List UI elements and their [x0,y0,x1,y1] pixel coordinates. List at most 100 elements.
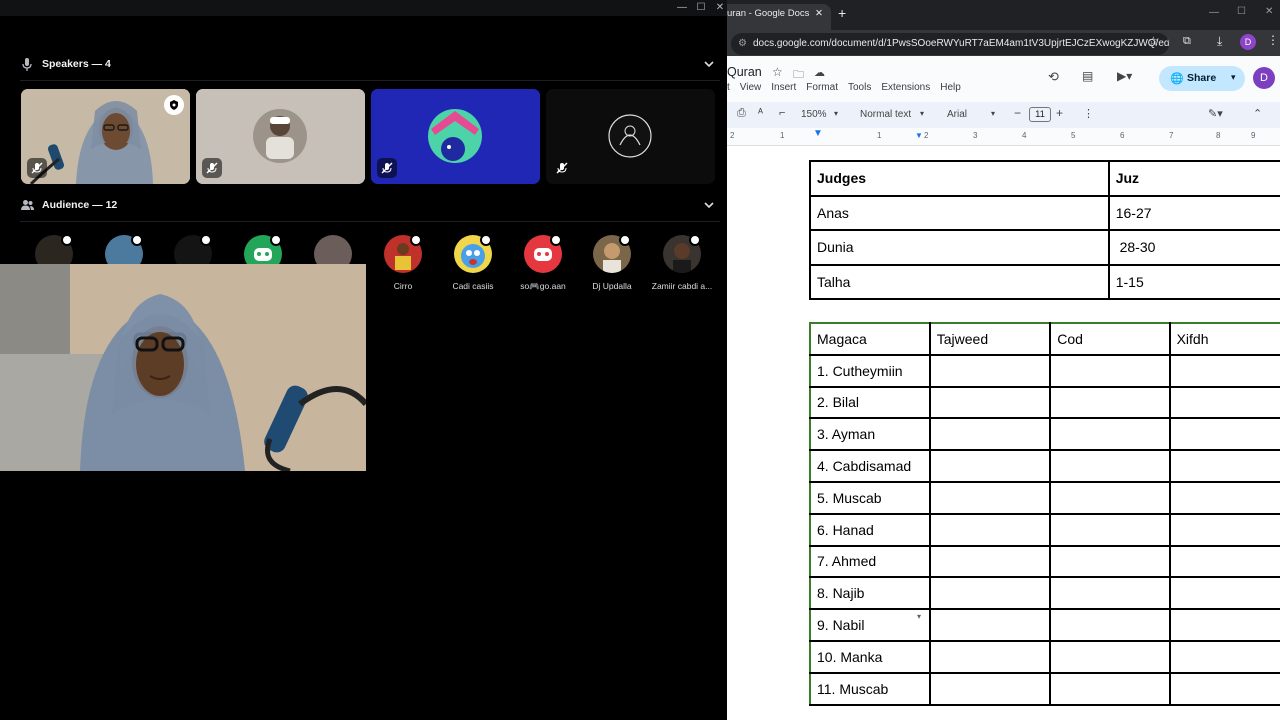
menu-file[interactable]: t [727,82,730,93]
table-cell[interactable]: 4. Cabdisamad [809,449,931,483]
minimize-icon[interactable]: — [673,1,691,15]
table-cell[interactable]: 5. Muscab [809,480,931,515]
picture-in-picture-video[interactable] [0,264,366,471]
table-cell[interactable] [1049,449,1171,483]
table-header[interactable]: Tajweed [928,322,1052,356]
print-icon[interactable]: ⎙ [737,107,746,120]
close-icon[interactable]: ✕ [711,1,727,15]
table-cell[interactable] [928,544,1052,579]
table-cell[interactable] [928,639,1052,674]
table-cell[interactable] [928,576,1052,611]
version-history-icon[interactable]: ⟲ [1048,69,1059,85]
profile-avatar[interactable]: D [1240,34,1256,50]
collapse-menus-icon[interactable]: ⌃ [1253,107,1262,120]
table-cell[interactable]: 9. Nabil [809,608,931,642]
table-cell[interactable] [928,608,1052,642]
maximize-icon[interactable]: ☐ [1237,6,1246,17]
table-cell[interactable] [1049,544,1171,579]
audience-member[interactable]: Dj Updalla [578,234,646,291]
table-cell[interactable] [1049,576,1171,611]
ruler[interactable]: 2 1 ▼ 1 ▼ 2 3 4 5 6 7 8 9 [727,128,1280,146]
menu-help[interactable]: Help [940,82,961,93]
table-cell[interactable]: 11. Muscab [809,671,931,706]
font-size-input[interactable]: 11 [1029,107,1051,122]
table-header[interactable]: Magaca [809,322,931,356]
table-cell[interactable] [1168,608,1280,642]
table-header[interactable]: Judges [809,160,1110,197]
new-tab-icon[interactable]: + [838,5,846,21]
table-cell[interactable] [1168,449,1280,483]
share-button[interactable]: 🌐 Share ▾ [1159,66,1245,91]
paint-format-icon[interactable]: ⌐ [779,107,785,119]
table-header[interactable]: Juz [1107,160,1280,197]
meet-icon[interactable]: ▶▾ [1117,69,1132,83]
table-cell[interactable] [1049,480,1171,515]
speaker-tile[interactable] [196,89,365,184]
maximize-icon[interactable]: ☐ [692,1,710,15]
close-icon[interactable]: ✕ [1265,6,1273,17]
table-cell[interactable] [928,353,1052,388]
audience-member[interactable]: Zamiir cabdi a... [648,234,716,291]
more-menu-icon[interactable]: ⋮ [1267,33,1279,47]
table-cell[interactable]: 16-27 [1107,194,1280,231]
tab-google-docs[interactable]: uran - Google Docs ✕ [727,4,831,30]
judges-table[interactable]: Judges Juz Anas 16-27 Dunia 28-30 Talha … [809,160,1280,300]
minimize-icon[interactable]: — [1209,7,1219,18]
table-cell[interactable]: 10. Manka [809,639,931,674]
table-cell[interactable] [928,385,1052,420]
document-page[interactable]: Judges Juz Anas 16-27 Dunia 28-30 Talha … [727,146,1280,720]
menu-tools[interactable]: Tools [848,82,871,93]
table-cell[interactable] [928,417,1052,452]
audience-header[interactable]: Audience — 12 [20,198,117,212]
font-select[interactable]: Arial [947,109,967,120]
speakers-header[interactable]: Speakers — 4 [20,57,111,71]
table-cell[interactable]: 7. Ahmed [809,544,931,579]
chevron-down-icon[interactable] [703,58,715,70]
table-cell[interactable]: 3. Ayman [809,417,931,452]
comments-icon[interactable]: ▤ [1082,69,1093,83]
scores-table[interactable]: Magaca Tajweed Cod Xifdh 1. Cutheymiin 2… [809,322,1280,706]
table-cell[interactable]: 28-30 [1107,229,1280,266]
speaker-tile[interactable] [371,89,540,184]
table-cell[interactable] [928,512,1052,547]
table-cell[interactable]: 6. Hanad [809,512,931,547]
table-cell[interactable]: 8. Najib [809,576,931,611]
table-cell[interactable] [1168,639,1280,674]
zoom-select[interactable]: 150% [801,109,827,120]
audience-member[interactable]: Cadi casiis [439,234,507,291]
site-info-icon[interactable]: ⚙ [738,33,747,55]
table-cell[interactable]: Talha [809,263,1110,300]
table-cell[interactable] [1168,512,1280,547]
indent-marker-icon[interactable]: ▼ [813,128,823,139]
table-cell[interactable] [1049,608,1171,642]
table-header[interactable]: Cod [1049,322,1171,356]
table-cell[interactable] [1049,417,1171,452]
table-cell[interactable] [1049,639,1171,674]
menu-view[interactable]: View [740,82,762,93]
download-icon[interactable]: ⤓ [1217,34,1222,49]
chevron-down-icon[interactable] [703,199,715,211]
editing-mode-icon[interactable]: ✎▾ [1208,107,1223,120]
table-header[interactable]: Xifdh [1168,322,1280,356]
menu-extensions[interactable]: Extensions [881,82,930,93]
audience-member[interactable]: so🎮go.aan [509,234,577,292]
table-cell[interactable]: Dunia [809,229,1110,266]
table-cell[interactable]: 2. Bilal [809,385,931,420]
table-cell[interactable] [1168,417,1280,452]
table-cell[interactable] [1168,576,1280,611]
increase-font-size-icon[interactable]: + [1056,106,1063,120]
menu-format[interactable]: Format [806,82,838,93]
table-cell[interactable] [928,671,1052,706]
table-cell[interactable]: 1-15 [1107,263,1280,300]
star-icon[interactable]: ☆ [772,65,783,79]
menu-insert[interactable]: Insert [771,82,796,93]
table-cell[interactable] [928,449,1052,483]
chevron-down-icon[interactable]: ▾ [1231,72,1236,83]
table-cell[interactable] [928,480,1052,515]
decrease-font-size-icon[interactable]: − [1014,106,1021,120]
table-cell[interactable]: Anas [809,194,1110,231]
table-cell[interactable]: 1. Cutheymiin [809,353,931,388]
address-bar[interactable]: ⚙ docs.google.com/document/d/1PwsSOoeRWY… [731,33,1169,55]
paragraph-style-select[interactable]: Normal text [860,109,911,120]
table-cell[interactable] [1049,353,1171,388]
